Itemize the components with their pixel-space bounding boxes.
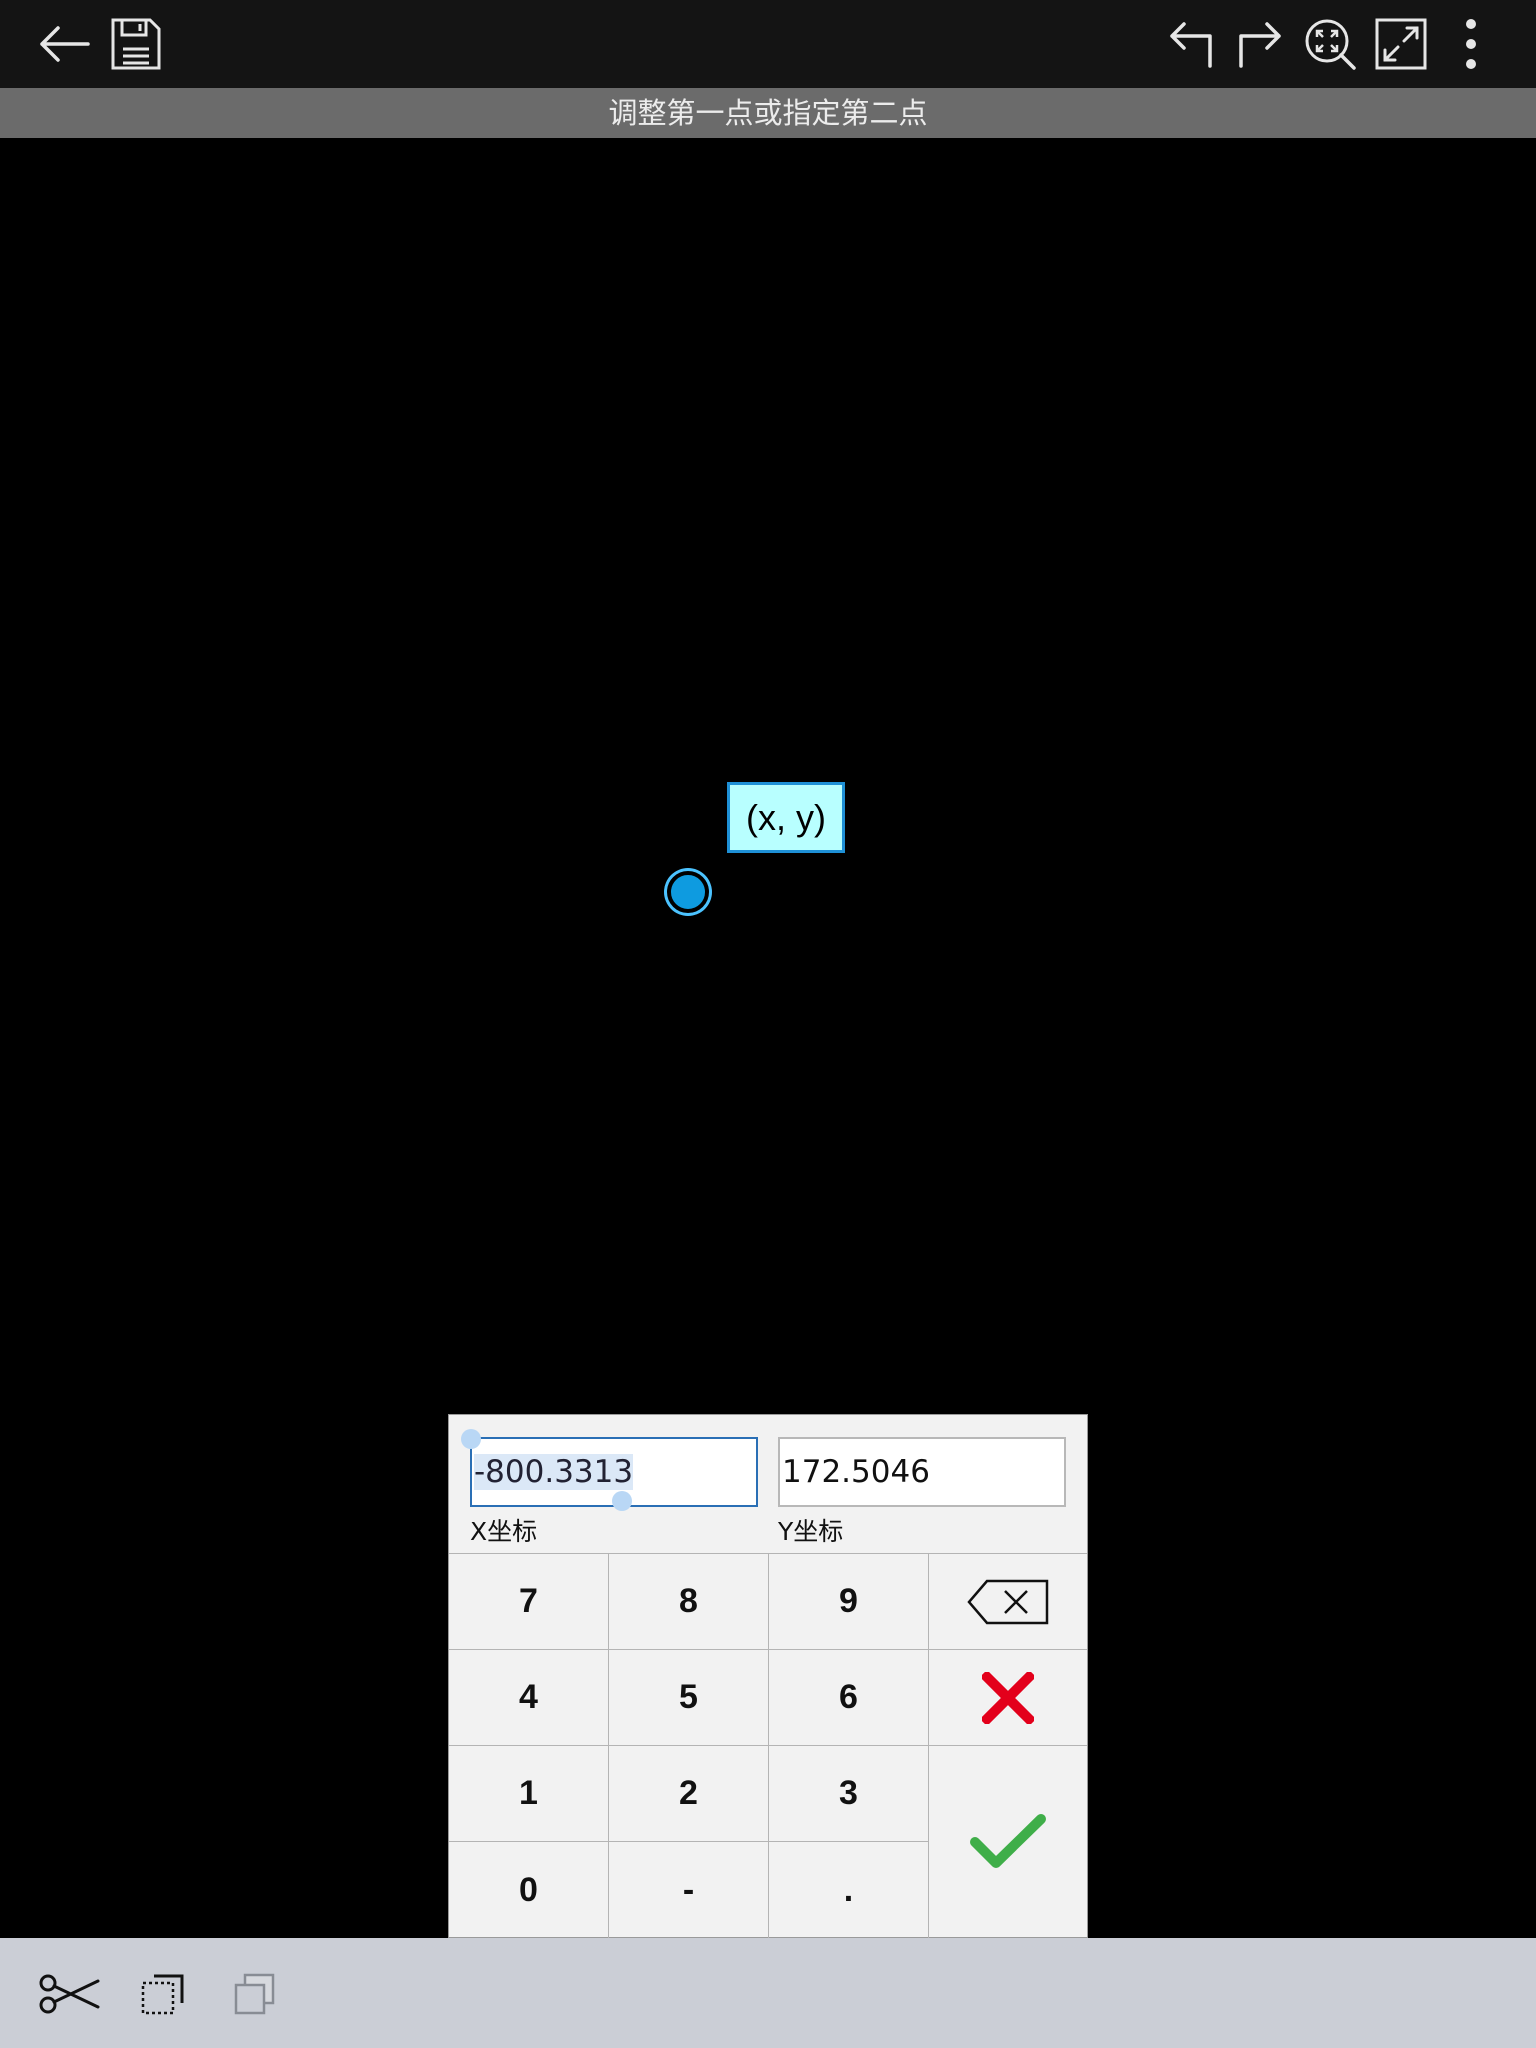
expand-icon (1375, 18, 1427, 70)
key-2[interactable]: 2 (609, 1746, 769, 1842)
selection-handle-start[interactable] (461, 1429, 481, 1449)
top-toolbar (0, 0, 1536, 88)
key-7[interactable]: 7 (449, 1554, 609, 1650)
command-prompt: 调整第一点或指定第二点 (0, 88, 1536, 138)
key-0[interactable]: 0 (449, 1842, 609, 1938)
arrow-left-icon (40, 26, 90, 62)
backspace-icon (967, 1579, 1049, 1624)
redo-arrow-icon (1239, 22, 1281, 68)
save-button[interactable] (102, 10, 170, 78)
copy-icon (141, 1974, 184, 2015)
coordinate-input-panel: -800.3313 172.5046 X坐标 Y坐标 7 8 9 4 5 6 1… (448, 1414, 1088, 1938)
pick-point-marker[interactable] (667, 871, 709, 913)
undo-arrow-icon (1170, 22, 1212, 68)
zoom-extents-button[interactable] (1296, 10, 1364, 78)
backspace-button[interactable] (929, 1554, 1087, 1650)
bottom-toolbar (0, 1938, 1536, 2048)
fullscreen-button[interactable] (1367, 10, 1435, 78)
checkmark-icon (970, 1814, 1046, 1868)
scissors-icon (39, 1974, 100, 2014)
cut-button[interactable] (36, 1966, 102, 2022)
key-decimal[interactable]: . (769, 1842, 929, 1938)
floppy-disk-icon (111, 18, 161, 70)
y-coordinate-input[interactable]: 172.5046 (778, 1437, 1066, 1507)
key-5[interactable]: 5 (609, 1650, 769, 1746)
x-coordinate-value: -800.3313 (474, 1454, 634, 1490)
paste-icon (234, 1973, 275, 2015)
key-8[interactable]: 8 (609, 1554, 769, 1650)
back-button[interactable] (30, 10, 98, 78)
x-coordinate-label: X坐标 (470, 1517, 538, 1546)
selection-handle-end[interactable] (612, 1491, 632, 1511)
key-6[interactable]: 6 (769, 1650, 929, 1746)
zoom-extents-icon (1305, 19, 1356, 70)
key-4[interactable]: 4 (449, 1650, 609, 1746)
close-icon (982, 1671, 1034, 1724)
key-9[interactable]: 9 (769, 1554, 929, 1650)
undo-button[interactable] (1157, 10, 1225, 78)
confirm-button[interactable] (929, 1746, 1087, 1938)
key-3[interactable]: 3 (769, 1746, 929, 1842)
key-minus[interactable]: - (609, 1842, 769, 1938)
y-coordinate-value: 172.5046 (782, 1454, 930, 1490)
coordinate-tooltip: (x, y) (727, 782, 845, 853)
paste-button[interactable] (222, 1966, 288, 2022)
redo-button[interactable] (1226, 10, 1294, 78)
cancel-button[interactable] (929, 1650, 1087, 1746)
y-coordinate-label: Y坐标 (778, 1517, 844, 1546)
more-button[interactable] (1437, 10, 1505, 78)
key-1[interactable]: 1 (449, 1746, 609, 1842)
copy-button[interactable] (130, 1966, 196, 2022)
numeric-keypad: 7 8 9 4 5 6 1 2 3 0 - . (449, 1553, 1087, 1938)
more-vertical-icon (1466, 19, 1476, 69)
